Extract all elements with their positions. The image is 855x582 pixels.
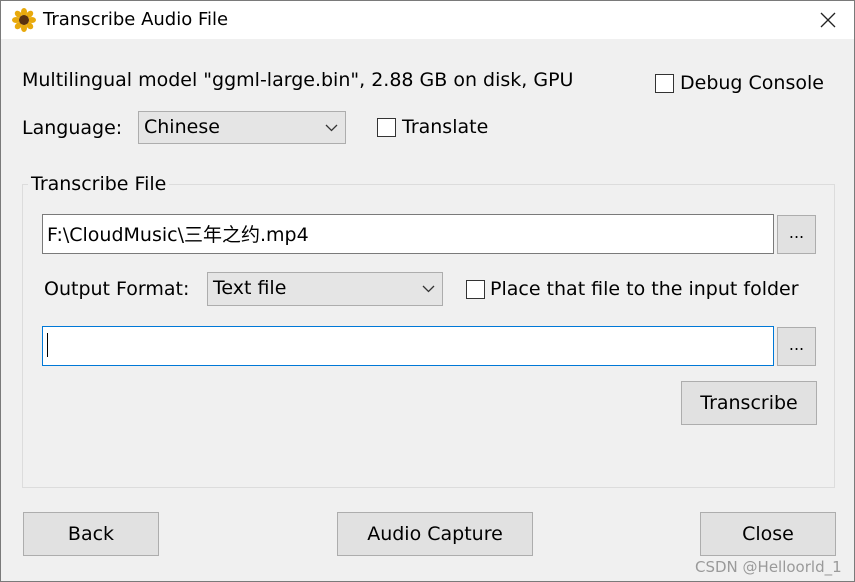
watermark-text: CSDN @Helloorld_1 (695, 558, 842, 576)
output-format-selected-value: Text file (213, 277, 287, 299)
model-info-text: Multilingual model "ggml-large.bin", 2.8… (22, 69, 574, 91)
browse-output-button[interactable]: ... (777, 327, 816, 366)
input-file-value: F:\CloudMusic\三年之约.mp4 (47, 224, 309, 246)
title-bar: Transcribe Audio File (1, 1, 854, 39)
language-selected-value: Chinese (144, 116, 220, 138)
transcribe-button[interactable]: Transcribe (681, 381, 817, 425)
audio-capture-button[interactable]: Audio Capture (337, 512, 533, 556)
sunflower-icon (12, 8, 36, 32)
close-button[interactable]: Close (700, 512, 836, 556)
output-format-label: Output Format: (44, 278, 190, 300)
debug-console-checkbox[interactable] (655, 74, 674, 93)
close-icon (820, 12, 836, 28)
place-in-input-folder-checkbox[interactable] (466, 280, 485, 299)
chevron-down-icon (325, 124, 338, 132)
translate-label[interactable]: Translate (402, 116, 488, 138)
browse-input-button[interactable]: ... (777, 215, 816, 254)
chevron-down-icon (422, 285, 435, 293)
output-format-select[interactable]: Text file (207, 272, 443, 306)
close-window-button[interactable] (802, 1, 854, 39)
translate-checkbox[interactable] (377, 118, 396, 137)
transcribe-dialog: Transcribe Audio File Multilingual model… (0, 0, 855, 582)
output-file-field[interactable] (42, 326, 774, 366)
transcribe-file-group-title: Transcribe File (28, 173, 170, 195)
language-label: Language: (22, 117, 123, 139)
input-file-field[interactable]: F:\CloudMusic\三年之约.mp4 (42, 214, 774, 254)
text-caret (47, 333, 48, 357)
debug-console-label[interactable]: Debug Console (680, 72, 824, 94)
language-select[interactable]: Chinese (138, 111, 346, 144)
place-in-input-folder-label[interactable]: Place that file to the input folder (490, 278, 799, 300)
back-button[interactable]: Back (23, 512, 159, 556)
window-title: Transcribe Audio File (43, 9, 229, 30)
